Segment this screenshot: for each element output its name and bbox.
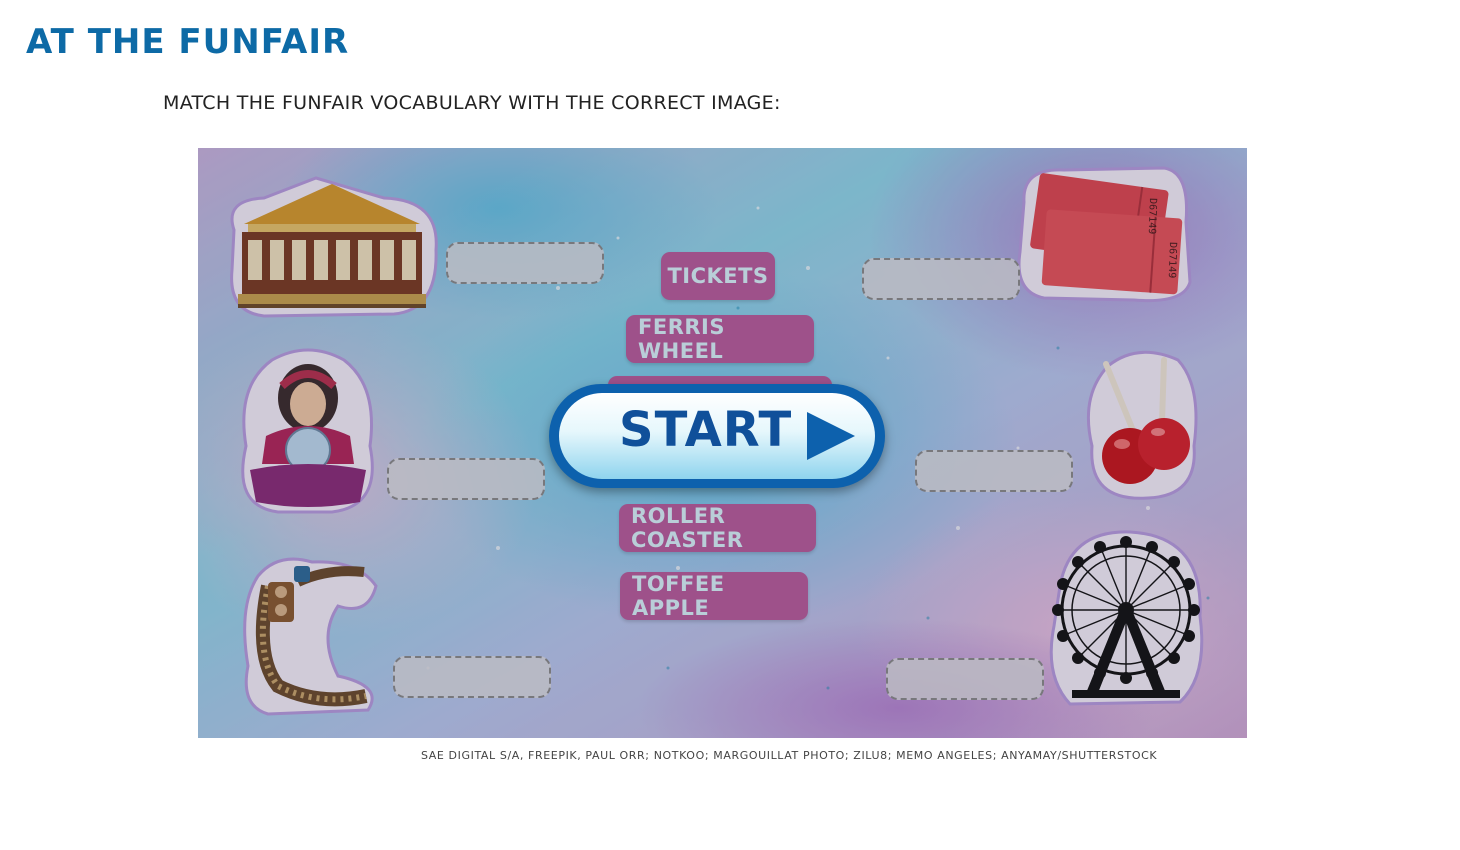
start-button[interactable]: START [549,384,885,488]
ticket-number-2: D67149 [1166,242,1178,278]
fortune-teller-picture[interactable] [232,346,384,516]
page-title: AT THE FUNFAIR [26,22,350,62]
word-tile-toffee-apple[interactable]: TOFFEE APPLE [620,572,808,620]
ferris-wheel-picture[interactable] [1040,526,1210,710]
roller-coaster-picture[interactable] [238,546,384,718]
word-tile-ferris-wheel[interactable]: FERRIS WHEEL [626,315,814,363]
instructions-text: MATCH THE FUNFAIR VOCABULARY WITH THE CO… [163,92,781,114]
toffee-apple-picture[interactable] [1078,346,1198,502]
carousel-picture[interactable] [224,170,440,318]
drop-zone-carousel[interactable] [446,242,604,284]
tickets-picture[interactable]: D67149 D67149 [1014,162,1192,304]
drop-zone-tickets[interactable] [862,258,1020,300]
play-arrow-icon [807,412,855,460]
word-tile-tickets[interactable]: TICKETS [661,252,775,300]
start-label: START [619,402,793,458]
image-credits: SAE DIGITAL S/A, FREEPIK, PAUL ORR; NOTK… [421,749,1158,762]
activity-stage: D67149 D67149 TICKETS FERRIS WHEEL ROLLE… [198,148,1247,738]
drop-zone-fortune-teller[interactable] [387,458,545,500]
word-tile-roller-coaster[interactable]: ROLLER COASTER [619,504,816,552]
drop-zone-ferris-wheel[interactable] [886,658,1044,700]
drop-zone-roller-coaster[interactable] [393,656,551,698]
drop-zone-toffee-apple[interactable] [915,450,1073,492]
ticket-number-1: D67149 [1146,198,1158,234]
